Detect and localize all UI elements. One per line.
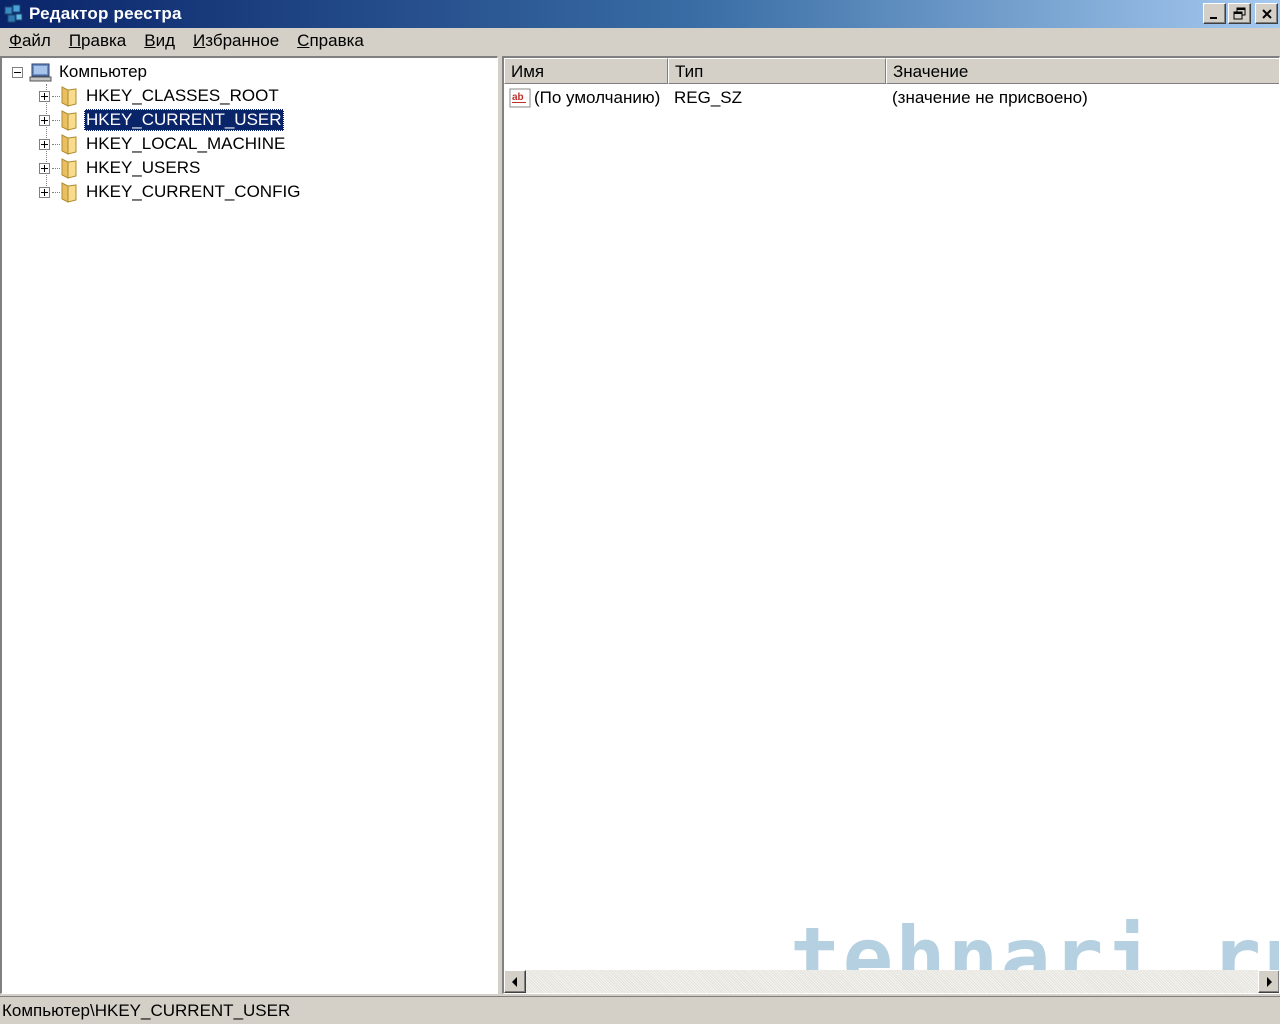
- restore-icon: [1233, 7, 1245, 20]
- scroll-left-button[interactable]: [504, 970, 526, 993]
- expand-toggle[interactable]: [39, 114, 50, 126]
- minimize-button[interactable]: [1203, 3, 1226, 24]
- tree-node-hklm[interactable]: HKEY_LOCAL_MACHINE: [39, 132, 287, 156]
- menu-help[interactable]: Справка: [288, 28, 373, 54]
- menu-view[interactable]: Вид: [135, 28, 184, 54]
- svg-text:ab: ab: [512, 92, 524, 103]
- computer-icon: [29, 63, 52, 82]
- column-header-name[interactable]: Имя: [504, 58, 668, 84]
- expand-toggle[interactable]: [39, 138, 50, 150]
- tree-label-hklm: HKEY_LOCAL_MACHINE: [86, 134, 286, 153]
- menu-favorites[interactable]: Избранное: [184, 28, 288, 54]
- close-button[interactable]: [1255, 3, 1278, 24]
- folder-icon: [61, 134, 77, 155]
- collapse-toggle[interactable]: [12, 66, 23, 78]
- status-bar: Компьютер\HKEY_CURRENT_USER: [0, 996, 1280, 1024]
- list-header: Имя Тип Значение: [504, 58, 1279, 84]
- folder-icon: [61, 158, 77, 179]
- folder-icon: [61, 110, 77, 131]
- value-data: (значение не присвоено): [892, 88, 1088, 107]
- window-title: Редактор реестра: [29, 4, 182, 23]
- menu-view-mnemonic: В: [144, 31, 156, 50]
- restore-button[interactable]: [1228, 3, 1251, 24]
- value-name: (По умолчанию): [534, 88, 661, 107]
- value-name-cell: ab (По умолчанию): [504, 87, 668, 109]
- expand-toggle[interactable]: [39, 186, 50, 198]
- menu-favorites-label: збранное: [205, 31, 280, 50]
- registry-tree[interactable]: Компьютер HKEY_CLASSES_ROOT HKEY_CURRENT…: [0, 56, 498, 994]
- close-icon: [1261, 8, 1272, 19]
- string-value-icon: ab: [509, 88, 531, 108]
- arrow-left-icon: [512, 976, 517, 987]
- horizontal-scrollbar[interactable]: [504, 970, 1279, 993]
- scroll-track[interactable]: [526, 970, 1258, 993]
- tree-label-computer: Компьютер: [59, 62, 147, 81]
- menu-edit-mnemonic: П: [68, 31, 82, 50]
- tree-label-hkcc: HKEY_CURRENT_CONFIG: [86, 182, 301, 201]
- tree-node-hkcr[interactable]: HKEY_CLASSES_ROOT: [39, 84, 281, 108]
- menu-file-mnemonic: Ф: [9, 31, 22, 50]
- menu-view-label: ид: [155, 31, 176, 50]
- regedit-icon: [4, 4, 23, 23]
- expand-toggle[interactable]: [39, 90, 50, 102]
- menu-edit[interactable]: Правка: [60, 28, 135, 54]
- menu-file[interactable]: Файл: [0, 28, 60, 54]
- tree-node-hku[interactable]: HKEY_USERS: [39, 156, 202, 180]
- column-header-type[interactable]: Тип: [668, 58, 886, 84]
- status-path: Компьютер\HKEY_CURRENT_USER: [2, 1001, 291, 1020]
- menu-edit-label: равка: [81, 31, 127, 50]
- tree-label-hkcr: HKEY_CLASSES_ROOT: [86, 86, 279, 105]
- menu-bar: Файл Правка Вид Избранное Справка: [0, 28, 1280, 54]
- scroll-right-button[interactable]: [1258, 970, 1279, 993]
- minimize-icon: [1209, 16, 1217, 19]
- expand-toggle[interactable]: [39, 162, 50, 174]
- arrow-right-icon: [1267, 976, 1272, 987]
- tree-label-hku: HKEY_USERS: [86, 158, 201, 177]
- value-type: REG_SZ: [674, 88, 743, 107]
- menu-favorites-mnemonic: И: [193, 31, 206, 50]
- tree-node-hkcc[interactable]: HKEY_CURRENT_CONFIG: [39, 180, 302, 204]
- folder-icon: [61, 86, 77, 107]
- menu-help-label: правка: [309, 31, 364, 50]
- folder-icon: [61, 182, 77, 203]
- values-list[interactable]: Имя Тип Значение ab (По умолчанию) REG_S…: [502, 56, 1280, 994]
- tree-node-computer[interactable]: Компьютер: [12, 60, 149, 84]
- menu-file-label: айл: [21, 31, 51, 50]
- tree-node-hkcu[interactable]: HKEY_CURRENT_USER: [39, 108, 284, 132]
- column-header-value[interactable]: Значение: [886, 58, 1279, 84]
- menu-help-mnemonic: С: [297, 31, 310, 50]
- title-bar[interactable]: Редактор реестра: [0, 0, 1280, 28]
- list-item[interactable]: ab (По умолчанию) REG_SZ (значение не пр…: [504, 86, 1279, 110]
- tree-label-hkcu: HKEY_CURRENT_USER: [84, 109, 284, 131]
